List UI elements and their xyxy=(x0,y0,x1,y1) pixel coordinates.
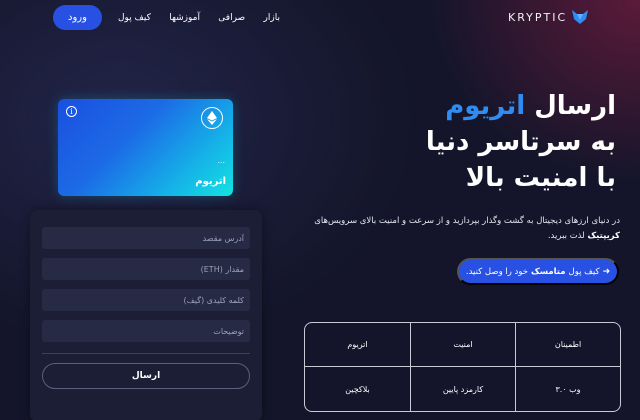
form-divider xyxy=(42,353,250,354)
feature-cell: اطمینان xyxy=(515,323,620,367)
logo-text: KRYPTIC xyxy=(508,10,568,24)
cta-bold: متامسک xyxy=(530,266,566,277)
hero-title-line2: به سرتاسر دنیا xyxy=(425,127,616,157)
hero-title-accent: اتریوم xyxy=(445,91,526,121)
info-icon[interactable]: i xyxy=(66,106,77,117)
description-input[interactable] xyxy=(42,320,250,342)
card-currency-name: اتریوم xyxy=(195,176,226,187)
hero-title: ارسال اتریوم به سرتاسر دنیا با امنیت بال… xyxy=(296,88,616,196)
main-nav: بازار صرافی آموزشها کیف پول xyxy=(118,10,280,26)
hero-description: در دنیای ارزهای دیجیتال به گشت وگذار بپر… xyxy=(300,214,620,244)
connect-metamask-button[interactable]: ➜ کیف پول متامسک خود را وصل کنید. xyxy=(457,258,619,285)
keyword-input[interactable] xyxy=(42,289,250,311)
feature-cell: کارمزد پایین xyxy=(410,367,515,411)
nav-link-market[interactable]: بازار xyxy=(264,13,280,23)
feature-cell: امنیت xyxy=(410,323,515,367)
nav-link-tutorials[interactable]: آموزشها xyxy=(169,13,200,23)
card-address-dots: ... xyxy=(217,156,225,165)
feature-cell: اتریوم xyxy=(305,323,410,367)
cta-prefix: کیف پول xyxy=(568,266,600,277)
hero-title-line3: با امنیت بالا xyxy=(465,163,616,193)
hero-desc-brand: کریپتیک xyxy=(587,231,620,241)
hero-desc-part2: لذت ببرید. xyxy=(547,231,585,241)
login-button[interactable]: ورود xyxy=(53,5,102,30)
nav-link-wallet[interactable]: کیف پول xyxy=(118,13,151,23)
logo[interactable]: KRYPTIC xyxy=(508,9,589,25)
send-button[interactable]: ارسال xyxy=(42,363,250,389)
nav-link-exchange[interactable]: صرافی xyxy=(218,13,245,23)
hero-desc-part1: در دنیای ارزهای دیجیتال به گشت وگذار بپر… xyxy=(314,216,620,226)
ethereum-icon xyxy=(201,107,223,129)
send-form: ارسال xyxy=(30,210,262,420)
hero-title-prefix: ارسال xyxy=(534,91,616,121)
fox-logo-icon xyxy=(572,10,589,24)
amount-input[interactable] xyxy=(42,258,250,280)
ethereum-card: i ... اتریوم xyxy=(58,99,233,196)
feature-cell: بلاکچین xyxy=(345,384,370,394)
features-grid: اطمینان امنیت اتریوم وب ۳.۰ کارمزد پایین… xyxy=(304,322,621,412)
cta-suffix: خود را وصل کنید. xyxy=(465,266,528,277)
destination-address-input[interactable] xyxy=(42,227,250,249)
arrow-icon: ➜ xyxy=(602,266,611,277)
feature-cell: وب ۳.۰ xyxy=(515,367,620,411)
